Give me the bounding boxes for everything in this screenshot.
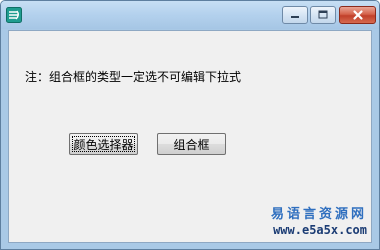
maximize-button[interactable] (310, 6, 336, 24)
watermark: 易语言资源网 www.e5a5x.com (271, 207, 367, 238)
watermark-url: www.e5a5x.com (273, 223, 367, 237)
minimize-button[interactable] (282, 6, 308, 24)
app-icon (6, 7, 22, 23)
combo-box-button[interactable]: 组合框 (157, 133, 226, 155)
close-icon (352, 10, 363, 20)
combo-box-button-label: 组合框 (173, 137, 210, 152)
color-picker-button-label: 颜色选择器 (73, 137, 134, 152)
minimize-icon (291, 16, 299, 18)
maximize-icon (318, 10, 328, 19)
app-window: 注：组合框的类型一定选不可编辑下拉式 颜色选择器 组合框 易语言资源网 www.… (0, 0, 380, 250)
note-label: 注：组合框的类型一定选不可编辑下拉式 (25, 70, 242, 84)
title-bar[interactable] (1, 1, 379, 29)
client-area: 注：组合框的类型一定选不可编辑下拉式 颜色选择器 组合框 易语言资源网 www.… (8, 30, 372, 243)
watermark-title: 易语言资源网 (270, 206, 367, 222)
color-picker-button[interactable]: 颜色选择器 (69, 133, 138, 155)
close-button[interactable] (339, 6, 376, 24)
